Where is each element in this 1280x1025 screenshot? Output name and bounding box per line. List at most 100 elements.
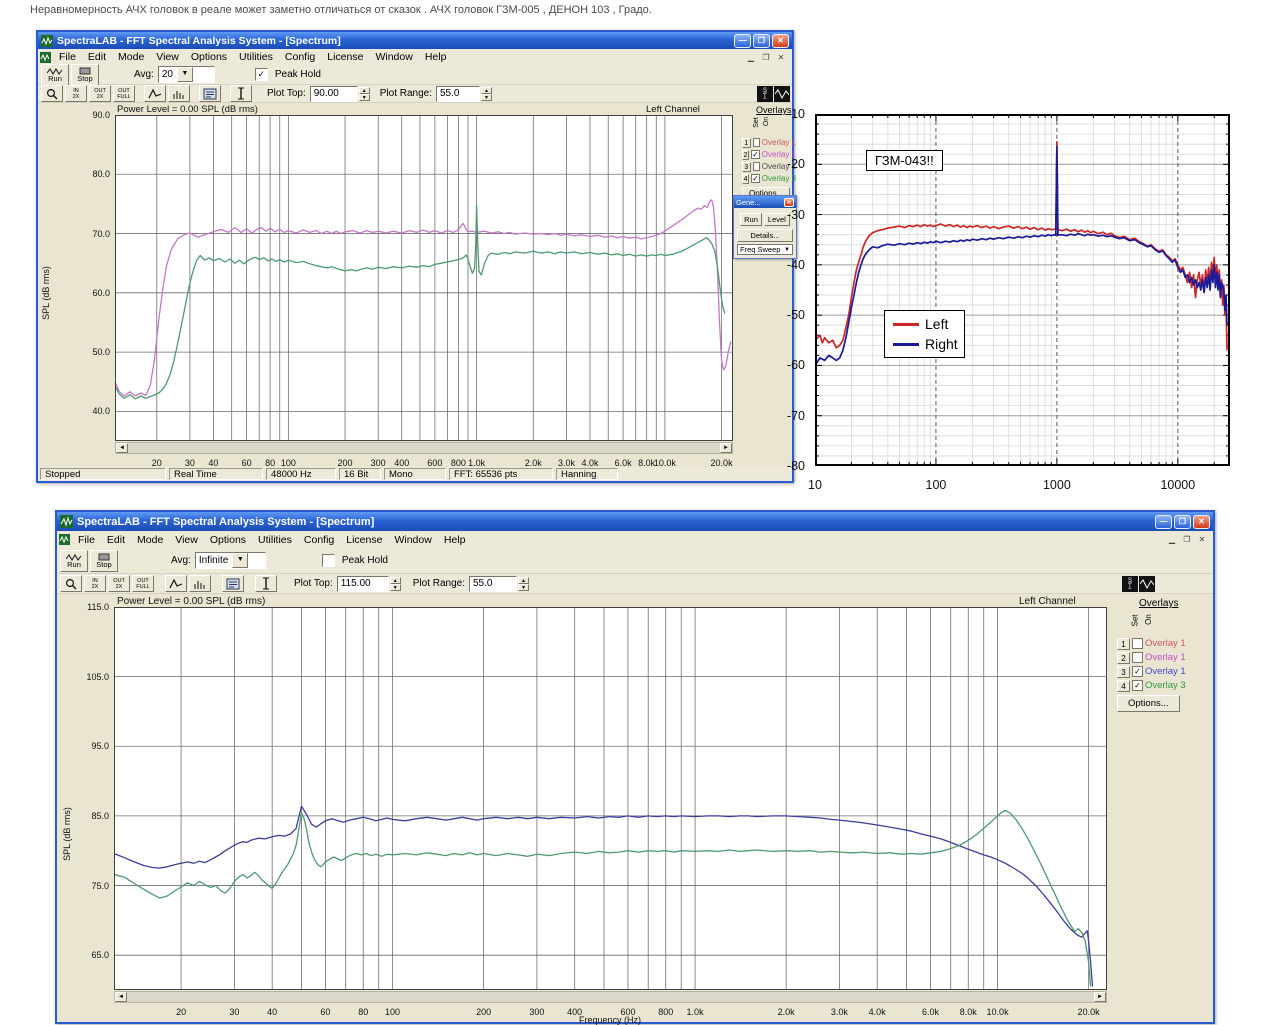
menu-item-utilities[interactable]: Utilities [252, 534, 298, 546]
menu-item-mode[interactable]: Mode [112, 51, 150, 63]
menu-item-edit[interactable]: Edit [82, 51, 112, 63]
peak-curve-button[interactable] [165, 575, 187, 592]
overlay-set-button[interactable]: 4 [742, 173, 750, 184]
overlay-set-button[interactable]: 4 [1117, 679, 1130, 692]
plot-h-scrollbar[interactable]: ◄ ► [115, 442, 733, 454]
avg-select[interactable]: Infinite ▼ [194, 552, 266, 569]
mdi-minimize-icon[interactable]: ▁ [1166, 535, 1178, 544]
bars-view-button[interactable] [189, 575, 211, 592]
display-options-button[interactable] [199, 85, 221, 102]
mdi-close-icon[interactable]: ✕ [775, 53, 787, 62]
overlay-set-button[interactable]: 1 [1117, 637, 1130, 650]
scroll-right-icon[interactable]: ► [1094, 992, 1106, 1002]
mdi-restore-icon[interactable]: ❐ [760, 53, 772, 62]
overlay-set-button[interactable]: 3 [742, 161, 751, 172]
scroll-left-icon[interactable]: ◄ [115, 992, 127, 1002]
spectrum-time-toggle-icon[interactable]: S̲ T̲ [757, 85, 773, 102]
marker-button[interactable] [230, 85, 252, 102]
zoom-in-2x-button[interactable]: IN 2X [84, 575, 106, 592]
overlay-set-button[interactable]: 3 [1117, 665, 1130, 678]
menu-item-config[interactable]: Config [279, 51, 321, 63]
menu-item-window[interactable]: Window [388, 534, 437, 546]
overlay-checkbox[interactable] [1132, 638, 1143, 649]
close-icon[interactable]: ✕ [784, 197, 794, 207]
overlay-checkbox[interactable]: ✓ [1132, 666, 1143, 677]
generator-title-bar[interactable]: Gene... ✕ [734, 196, 796, 208]
waveform-toggle-icon[interactable] [774, 85, 790, 102]
menu-item-mode[interactable]: Mode [131, 534, 169, 546]
stop-button[interactable]: Stop [90, 549, 118, 572]
peak-hold-checkbox[interactable]: ✓ [254, 68, 268, 81]
zoom-out-2x-button[interactable]: OUT 2X [89, 85, 111, 102]
plot-range-input[interactable]: 55.0 [469, 575, 517, 592]
menu-item-help[interactable]: Help [438, 534, 472, 546]
display-options-button[interactable] [222, 575, 244, 592]
menu-item-options[interactable]: Options [204, 534, 252, 546]
close-button[interactable]: ✕ [772, 33, 789, 48]
generator-run-button[interactable]: Run [740, 213, 762, 226]
scroll-left-icon[interactable]: ◄ [116, 443, 128, 453]
chevron-down-icon[interactable]: ▼ [176, 67, 193, 82]
zoom-out-2x-button[interactable]: OUT 2X [108, 575, 130, 592]
zoom-tool-button[interactable] [60, 575, 82, 592]
run-button[interactable]: Run [60, 549, 88, 572]
menu-item-view[interactable]: View [169, 534, 204, 546]
mdi-close-icon[interactable]: ✕ [1196, 535, 1208, 544]
overlay-set-button[interactable]: 1 [742, 137, 751, 148]
plot-top-input[interactable]: 90.00 [309, 85, 358, 102]
menu-item-window[interactable]: Window [369, 51, 418, 63]
menu-item-file[interactable]: File [53, 51, 82, 63]
marker-button[interactable] [255, 575, 277, 592]
avg-select[interactable]: 20 ▼ [157, 66, 215, 83]
scroll-right-icon[interactable]: ► [720, 443, 732, 453]
plot-range-spinner[interactable]: ▲ ▼ [481, 86, 492, 101]
generator-mode-select[interactable]: Freq Sweep ▼ [737, 244, 793, 255]
close-button[interactable]: ✕ [1193, 514, 1210, 529]
zoom-out-full-button[interactable]: OUT FULL [113, 85, 135, 102]
overlay-checkbox[interactable] [752, 138, 760, 147]
plot-range-spinner[interactable]: ▲ ▼ [518, 576, 529, 591]
peak-hold-checkbox[interactable] [321, 554, 335, 567]
menu-item-options[interactable]: Options [185, 51, 233, 63]
plot-top-input[interactable]: 115.00 [336, 575, 389, 592]
menu-item-view[interactable]: View [150, 51, 185, 63]
generator-details-button[interactable]: Details... [737, 229, 793, 242]
overlay-set-button[interactable]: 2 [1117, 651, 1130, 664]
zoom-in-2x-button[interactable]: IN 2X [65, 85, 87, 102]
peak-curve-button[interactable] [144, 85, 166, 102]
menu-item-file[interactable]: File [72, 534, 101, 546]
title-bar[interactable]: SpectraLAB - FFT Spectral Analysis Syste… [38, 32, 792, 49]
plot-top-spinner[interactable]: ▲ ▼ [358, 86, 370, 101]
plot-range-input[interactable]: 55.0 [436, 85, 480, 102]
mdi-restore-icon[interactable]: ❐ [1181, 535, 1193, 544]
title-bar[interactable]: SpectraLAB - FFT Spectral Analysis Syste… [57, 512, 1213, 531]
menu-item-help[interactable]: Help [419, 51, 453, 63]
stop-button[interactable]: Stop [71, 63, 99, 86]
plot-h-scrollbar[interactable]: ◄ ► [114, 991, 1107, 1003]
chevron-down-icon[interactable]: ▼ [232, 553, 249, 568]
waveform-toggle-icon[interactable] [1139, 575, 1155, 592]
overlay-checkbox[interactable]: ✓ [751, 150, 760, 159]
menu-item-license[interactable]: License [321, 51, 369, 63]
maximize-button[interactable]: ❐ [1174, 514, 1191, 529]
menu-item-license[interactable]: License [340, 534, 388, 546]
menu-item-utilities[interactable]: Utilities [233, 51, 279, 63]
spectrum-time-toggle-icon[interactable]: S̲ T̲ [1122, 575, 1138, 592]
overlay-checkbox[interactable] [1132, 652, 1143, 663]
overlay-set-button[interactable]: 2 [742, 149, 750, 160]
overlay-options-button[interactable]: Options... [1117, 695, 1180, 712]
overlay-checkbox[interactable]: ✓ [1132, 680, 1143, 691]
run-button[interactable]: Run [41, 63, 69, 86]
menu-item-config[interactable]: Config [298, 534, 340, 546]
minimize-button[interactable]: — [734, 33, 751, 48]
zoom-out-full-button[interactable]: OUT FULL [132, 575, 154, 592]
menu-item-edit[interactable]: Edit [101, 534, 131, 546]
overlay-checkbox[interactable] [752, 162, 760, 171]
mdi-minimize-icon[interactable]: ▁ [745, 53, 757, 62]
zoom-tool-button[interactable] [41, 85, 63, 102]
bars-view-button[interactable] [168, 85, 190, 102]
maximize-button[interactable]: ❐ [753, 33, 770, 48]
plot-top-spinner[interactable]: ▲ ▼ [389, 576, 401, 591]
minimize-button[interactable]: — [1155, 514, 1172, 529]
overlay-checkbox[interactable]: ✓ [751, 174, 760, 183]
